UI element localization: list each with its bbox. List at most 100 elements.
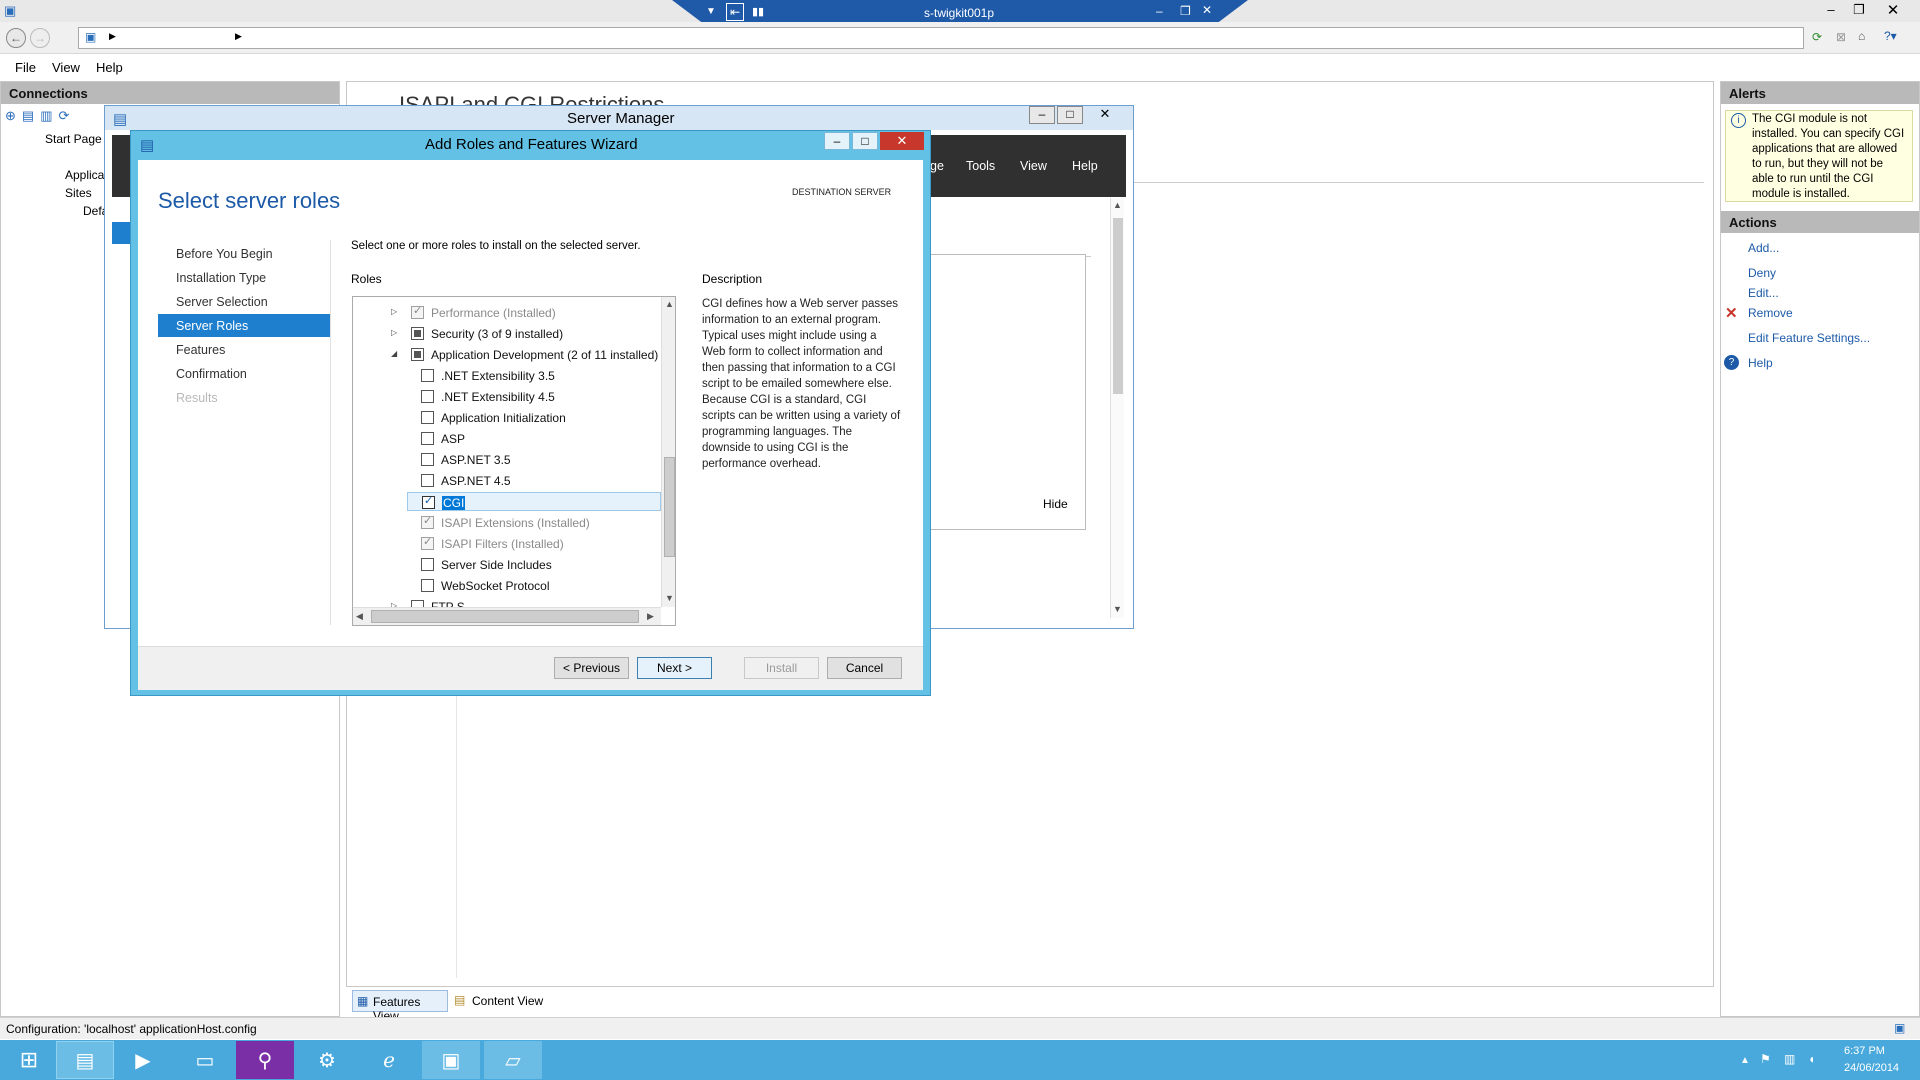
restore-button[interactable]: ❐ xyxy=(1846,2,1872,18)
sm-scrollbar[interactable]: ▲ ▼ xyxy=(1110,198,1124,618)
role-checkbox[interactable] xyxy=(421,474,434,487)
role-row[interactable]: ASP xyxy=(407,429,661,448)
action-edit[interactable]: Edit... xyxy=(1748,286,1779,300)
role-checkbox[interactable]: ✓ xyxy=(422,495,435,509)
expand-icon[interactable]: ▷ xyxy=(391,307,397,316)
roles-vscrollbar[interactable]: ▲ ▼ xyxy=(661,297,675,607)
clock-date[interactable]: 24/06/2014 xyxy=(1844,1062,1899,1074)
nav-server-selection[interactable]: Server Selection xyxy=(158,290,330,313)
wizard-minimize-button[interactable]: – xyxy=(824,132,850,150)
rdp-restore-button[interactable]: ❐ xyxy=(1180,4,1191,18)
clock-time[interactable]: 6:37 PM xyxy=(1844,1045,1885,1057)
action-help[interactable]: Help xyxy=(1748,356,1773,370)
role-checkbox[interactable]: ✓ xyxy=(421,536,434,550)
taskbar-search[interactable]: ⚲ xyxy=(236,1041,294,1079)
taskbar-explorer[interactable]: ▭ xyxy=(176,1041,234,1079)
role-checkbox[interactable] xyxy=(411,327,424,340)
tab-content-view[interactable]: ▤ Content View xyxy=(452,990,548,1012)
role-row[interactable]: Application Initialization xyxy=(407,408,661,427)
role-checkbox[interactable] xyxy=(421,390,434,403)
role-row[interactable]: .NET Extensibility 4.5 xyxy=(407,387,661,406)
action-add[interactable]: Add... xyxy=(1748,241,1779,255)
action-remove[interactable]: Remove xyxy=(1748,306,1793,320)
back-icon[interactable]: ← xyxy=(6,28,26,48)
up-icon[interactable]: ▥ xyxy=(40,108,58,123)
sm-menu-view[interactable]: View xyxy=(1020,159,1047,173)
action-deny[interactable]: Deny xyxy=(1748,266,1776,280)
refresh-icon[interactable]: ⟳ xyxy=(1812,30,1822,44)
connect-icon[interactable]: ⊕ xyxy=(5,108,22,123)
taskbar-notepad[interactable]: ▱ xyxy=(484,1041,542,1079)
pin-icon[interactable]: ⇤ xyxy=(726,3,744,21)
address-input[interactable]: ▣ ▶ ▶ xyxy=(78,27,1804,49)
role-checkbox[interactable] xyxy=(421,558,434,571)
expand-icon[interactable]: ▷ xyxy=(391,328,397,337)
scroll-right-icon[interactable]: ▶ xyxy=(647,611,654,622)
taskbar-iis[interactable]: ▣ xyxy=(422,1041,480,1079)
role-row[interactable]: ✓ ISAPI Filters (Installed) xyxy=(407,534,661,553)
chevron-right-icon[interactable]: ▶ xyxy=(109,31,116,42)
help-icon[interactable]: ?▾ xyxy=(1884,29,1897,43)
menu-file[interactable]: File xyxy=(15,60,36,75)
tree-sites[interactable]: Sites xyxy=(65,186,92,200)
menu-help[interactable]: Help xyxy=(96,60,123,75)
scroll-down-icon[interactable]: ▼ xyxy=(665,593,674,603)
refresh-icon[interactable]: ⟳ xyxy=(59,108,76,123)
minimize-button[interactable]: – xyxy=(1818,2,1844,17)
tray-chevron-up-icon[interactable]: ▲ xyxy=(1740,1055,1750,1066)
sm-hide-link[interactable]: Hide xyxy=(1043,497,1068,511)
sm-minimize-button[interactable]: – xyxy=(1029,106,1055,124)
scroll-left-icon[interactable]: ◀ xyxy=(356,611,363,622)
flag-icon[interactable]: ⚑ xyxy=(1760,1052,1771,1066)
nav-features[interactable]: Features xyxy=(158,338,330,361)
taskbar-ie[interactable]: ℯ xyxy=(360,1041,418,1079)
wizard-close-button[interactable]: ✕ xyxy=(880,132,924,150)
forward-icon[interactable]: → xyxy=(30,28,50,48)
tree-start-page[interactable]: Start Page xyxy=(45,132,102,146)
collapse-icon[interactable]: ◢ xyxy=(391,349,397,358)
taskbar-settings[interactable]: ⚙ xyxy=(298,1041,356,1079)
nav-server-roles[interactable]: Server Roles xyxy=(158,314,330,337)
roles-hscroll-thumb[interactable] xyxy=(371,610,639,623)
role-checkbox[interactable] xyxy=(421,369,434,382)
start-button[interactable]: ⊞ xyxy=(0,1041,58,1079)
save-icon[interactable]: ▤ xyxy=(22,108,40,123)
tree-app-pools[interactable]: Applica xyxy=(65,168,104,182)
rdp-close-button[interactable]: ✕ xyxy=(1202,3,1212,17)
role-row[interactable]: .NET Extensibility 3.5 xyxy=(407,366,661,385)
role-row[interactable]: Server Side Includes xyxy=(407,555,661,574)
role-row[interactable]: ✓ CGI xyxy=(407,492,661,511)
action-edit-feature-settings[interactable]: Edit Feature Settings... xyxy=(1748,331,1870,345)
taskbar-powershell[interactable]: ▶ xyxy=(114,1041,172,1079)
chevron-down-icon[interactable]: ▼ xyxy=(706,6,716,17)
roles-hscrollbar[interactable]: ◀ ▶ xyxy=(353,607,661,625)
role-row[interactable]: ✓ ISAPI Extensions (Installed) xyxy=(407,513,661,532)
role-row[interactable]: ASP.NET 4.5 xyxy=(407,471,661,490)
rdp-minimize-button[interactable]: – xyxy=(1156,4,1163,18)
sm-menu-tools[interactable]: Tools xyxy=(966,159,995,173)
role-checkbox[interactable] xyxy=(421,432,434,445)
sm-close-button[interactable]: ✕ xyxy=(1085,106,1125,124)
install-button[interactable]: Install xyxy=(744,657,819,679)
scroll-down-icon[interactable]: ▼ xyxy=(1113,604,1122,614)
nav-installation-type[interactable]: Installation Type xyxy=(158,266,330,289)
stop-icon[interactable]: ⊠ xyxy=(1836,30,1846,44)
role-checkbox[interactable] xyxy=(421,411,434,424)
roles-vscroll-thumb[interactable] xyxy=(664,457,675,557)
tab-features-view[interactable]: ▦ Features View xyxy=(352,990,448,1023)
sm-scroll-thumb[interactable] xyxy=(1113,218,1123,394)
next-button[interactable]: Next > xyxy=(637,657,712,679)
sm-menu-manage[interactable]: ge xyxy=(930,159,944,173)
scroll-up-icon[interactable]: ▲ xyxy=(665,299,674,309)
chevron-right-icon[interactable]: ▶ xyxy=(235,31,242,42)
role-row[interactable]: ◢ Application Development (2 of 11 instal… xyxy=(353,345,661,364)
network-icon[interactable]: ▥ xyxy=(1784,1052,1795,1066)
role-row[interactable]: ▷ Security (3 of 9 installed) xyxy=(353,324,661,343)
role-checkbox[interactable] xyxy=(411,348,424,361)
nav-before-you-begin[interactable]: Before You Begin xyxy=(158,242,330,265)
previous-button[interactable]: < Previous xyxy=(554,657,629,679)
volume-icon[interactable]: ◖ xyxy=(1808,1052,1815,1066)
close-button[interactable]: ✕ xyxy=(1880,1,1906,19)
role-checkbox[interactable]: ✓ xyxy=(421,515,434,529)
role-checkbox[interactable] xyxy=(421,453,434,466)
